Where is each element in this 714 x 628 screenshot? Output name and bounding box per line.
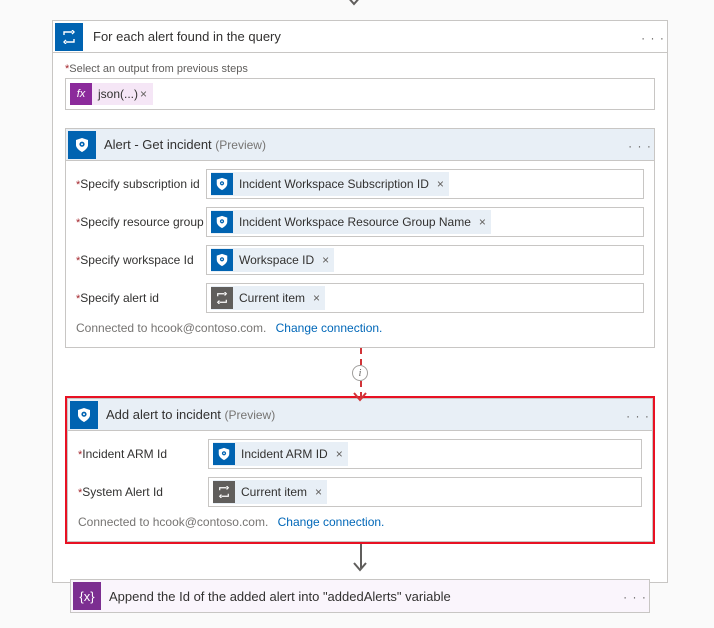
- current-item-token: Current item ×: [211, 286, 325, 310]
- connection-status: Connected to hcook@contoso.com. Change c…: [78, 515, 642, 529]
- add-alert-title: Add alert to incident (Preview): [106, 407, 624, 422]
- select-output-label: *Select an output from previous steps: [65, 63, 655, 75]
- remove-token-button[interactable]: ×: [308, 291, 325, 305]
- change-connection-link[interactable]: Change connection.: [278, 515, 385, 529]
- flow-connector-solid: [65, 544, 655, 568]
- resource-group-token: Incident Workspace Resource Group Name ×: [211, 210, 491, 234]
- remove-token-button[interactable]: ×: [331, 447, 348, 461]
- sentinel-shield-icon: [211, 249, 233, 271]
- arrowhead-icon: [353, 392, 367, 402]
- remove-fx-token-button[interactable]: ×: [140, 87, 147, 101]
- subscription-id-input[interactable]: Incident Workspace Subscription ID ×: [206, 169, 644, 199]
- variable-icon: {x}: [73, 582, 101, 610]
- workspace-id-input[interactable]: Workspace ID ×: [206, 245, 644, 275]
- sentinel-shield-icon: [211, 173, 233, 195]
- alert-id-input[interactable]: Current item ×: [206, 283, 644, 313]
- loop-icon: [211, 287, 233, 309]
- alert-get-incident-title: Alert - Get incident (Preview): [104, 137, 626, 152]
- current-item-token: Current item ×: [213, 480, 327, 504]
- flow-connector-dashed: i: [360, 348, 361, 398]
- incident-arm-id-input[interactable]: Incident ARM ID ×: [208, 439, 642, 469]
- incident-arm-id-label: *Incident ARM Id: [78, 447, 208, 461]
- append-variable-card[interactable]: {x} Append the Id of the added alert int…: [70, 579, 650, 613]
- remove-token-button[interactable]: ×: [474, 215, 491, 229]
- alert-get-incident-menu-button[interactable]: · · ·: [626, 137, 654, 153]
- foreach-card: For each alert found in the query · · · …: [52, 20, 668, 583]
- alert-get-incident-card: Alert - Get incident (Preview) · · · *Sp…: [65, 128, 655, 348]
- subscription-id-row: *Specify subscription id Incident Worksp…: [76, 169, 644, 199]
- add-alert-header[interactable]: Add alert to incident (Preview) · · ·: [68, 399, 652, 431]
- add-alert-menu-button[interactable]: · · ·: [624, 407, 652, 423]
- system-alert-id-row: *System Alert Id Current item ×: [78, 477, 642, 507]
- alert-id-label: *Specify alert id: [76, 291, 206, 305]
- sentinel-shield-icon: [70, 401, 98, 429]
- workspace-id-row: *Specify workspace Id Workspace ID ×: [76, 245, 644, 275]
- resource-group-input[interactable]: Incident Workspace Resource Group Name ×: [206, 207, 644, 237]
- resource-group-row: *Specify resource group Incident Workspa…: [76, 207, 644, 237]
- foreach-menu-button[interactable]: · · ·: [639, 29, 667, 45]
- remove-token-button[interactable]: ×: [432, 177, 449, 191]
- system-alert-id-input[interactable]: Current item ×: [208, 477, 642, 507]
- alert-get-incident-header[interactable]: Alert - Get incident (Preview) · · ·: [66, 129, 654, 161]
- sentinel-shield-icon: [213, 443, 235, 465]
- change-connection-link[interactable]: Change connection.: [276, 321, 383, 335]
- select-output-field[interactable]: fx json(...) ×: [65, 78, 655, 110]
- connection-status: Connected to hcook@contoso.com. Change c…: [76, 321, 644, 335]
- sentinel-shield-icon: [211, 211, 233, 233]
- foreach-header[interactable]: For each alert found in the query · · ·: [53, 21, 667, 53]
- remove-token-button[interactable]: ×: [317, 253, 334, 267]
- foreach-title: For each alert found in the query: [93, 29, 639, 44]
- info-icon[interactable]: i: [352, 365, 368, 381]
- alert-id-row: *Specify alert id Current item ×: [76, 283, 644, 313]
- loop-icon: [55, 23, 83, 51]
- incoming-arrow-icon: [345, 0, 363, 6]
- append-variable-title: Append the Id of the added alert into "a…: [109, 589, 621, 604]
- sentinel-shield-icon: [68, 131, 96, 159]
- incident-arm-id-row: *Incident ARM Id Incident ARM ID ×: [78, 439, 642, 469]
- resource-group-label: *Specify resource group: [76, 215, 206, 229]
- arrowhead-icon: [353, 562, 367, 572]
- add-alert-card: Add alert to incident (Preview) · · · *I…: [67, 398, 653, 542]
- subscription-id-token: Incident Workspace Subscription ID ×: [211, 172, 449, 196]
- append-variable-menu-button[interactable]: · · ·: [621, 588, 649, 604]
- fx-token: fx json(...) ×: [70, 83, 153, 105]
- subscription-id-label: *Specify subscription id: [76, 177, 206, 191]
- fx-icon: fx: [70, 83, 92, 105]
- incident-arm-id-token: Incident ARM ID ×: [213, 442, 348, 466]
- loop-icon: [213, 481, 235, 503]
- remove-token-button[interactable]: ×: [310, 485, 327, 499]
- add-alert-highlight-box: Add alert to incident (Preview) · · · *I…: [65, 396, 655, 544]
- workspace-id-token: Workspace ID ×: [211, 248, 334, 272]
- system-alert-id-label: *System Alert Id: [78, 485, 208, 499]
- workspace-id-label: *Specify workspace Id: [76, 253, 206, 267]
